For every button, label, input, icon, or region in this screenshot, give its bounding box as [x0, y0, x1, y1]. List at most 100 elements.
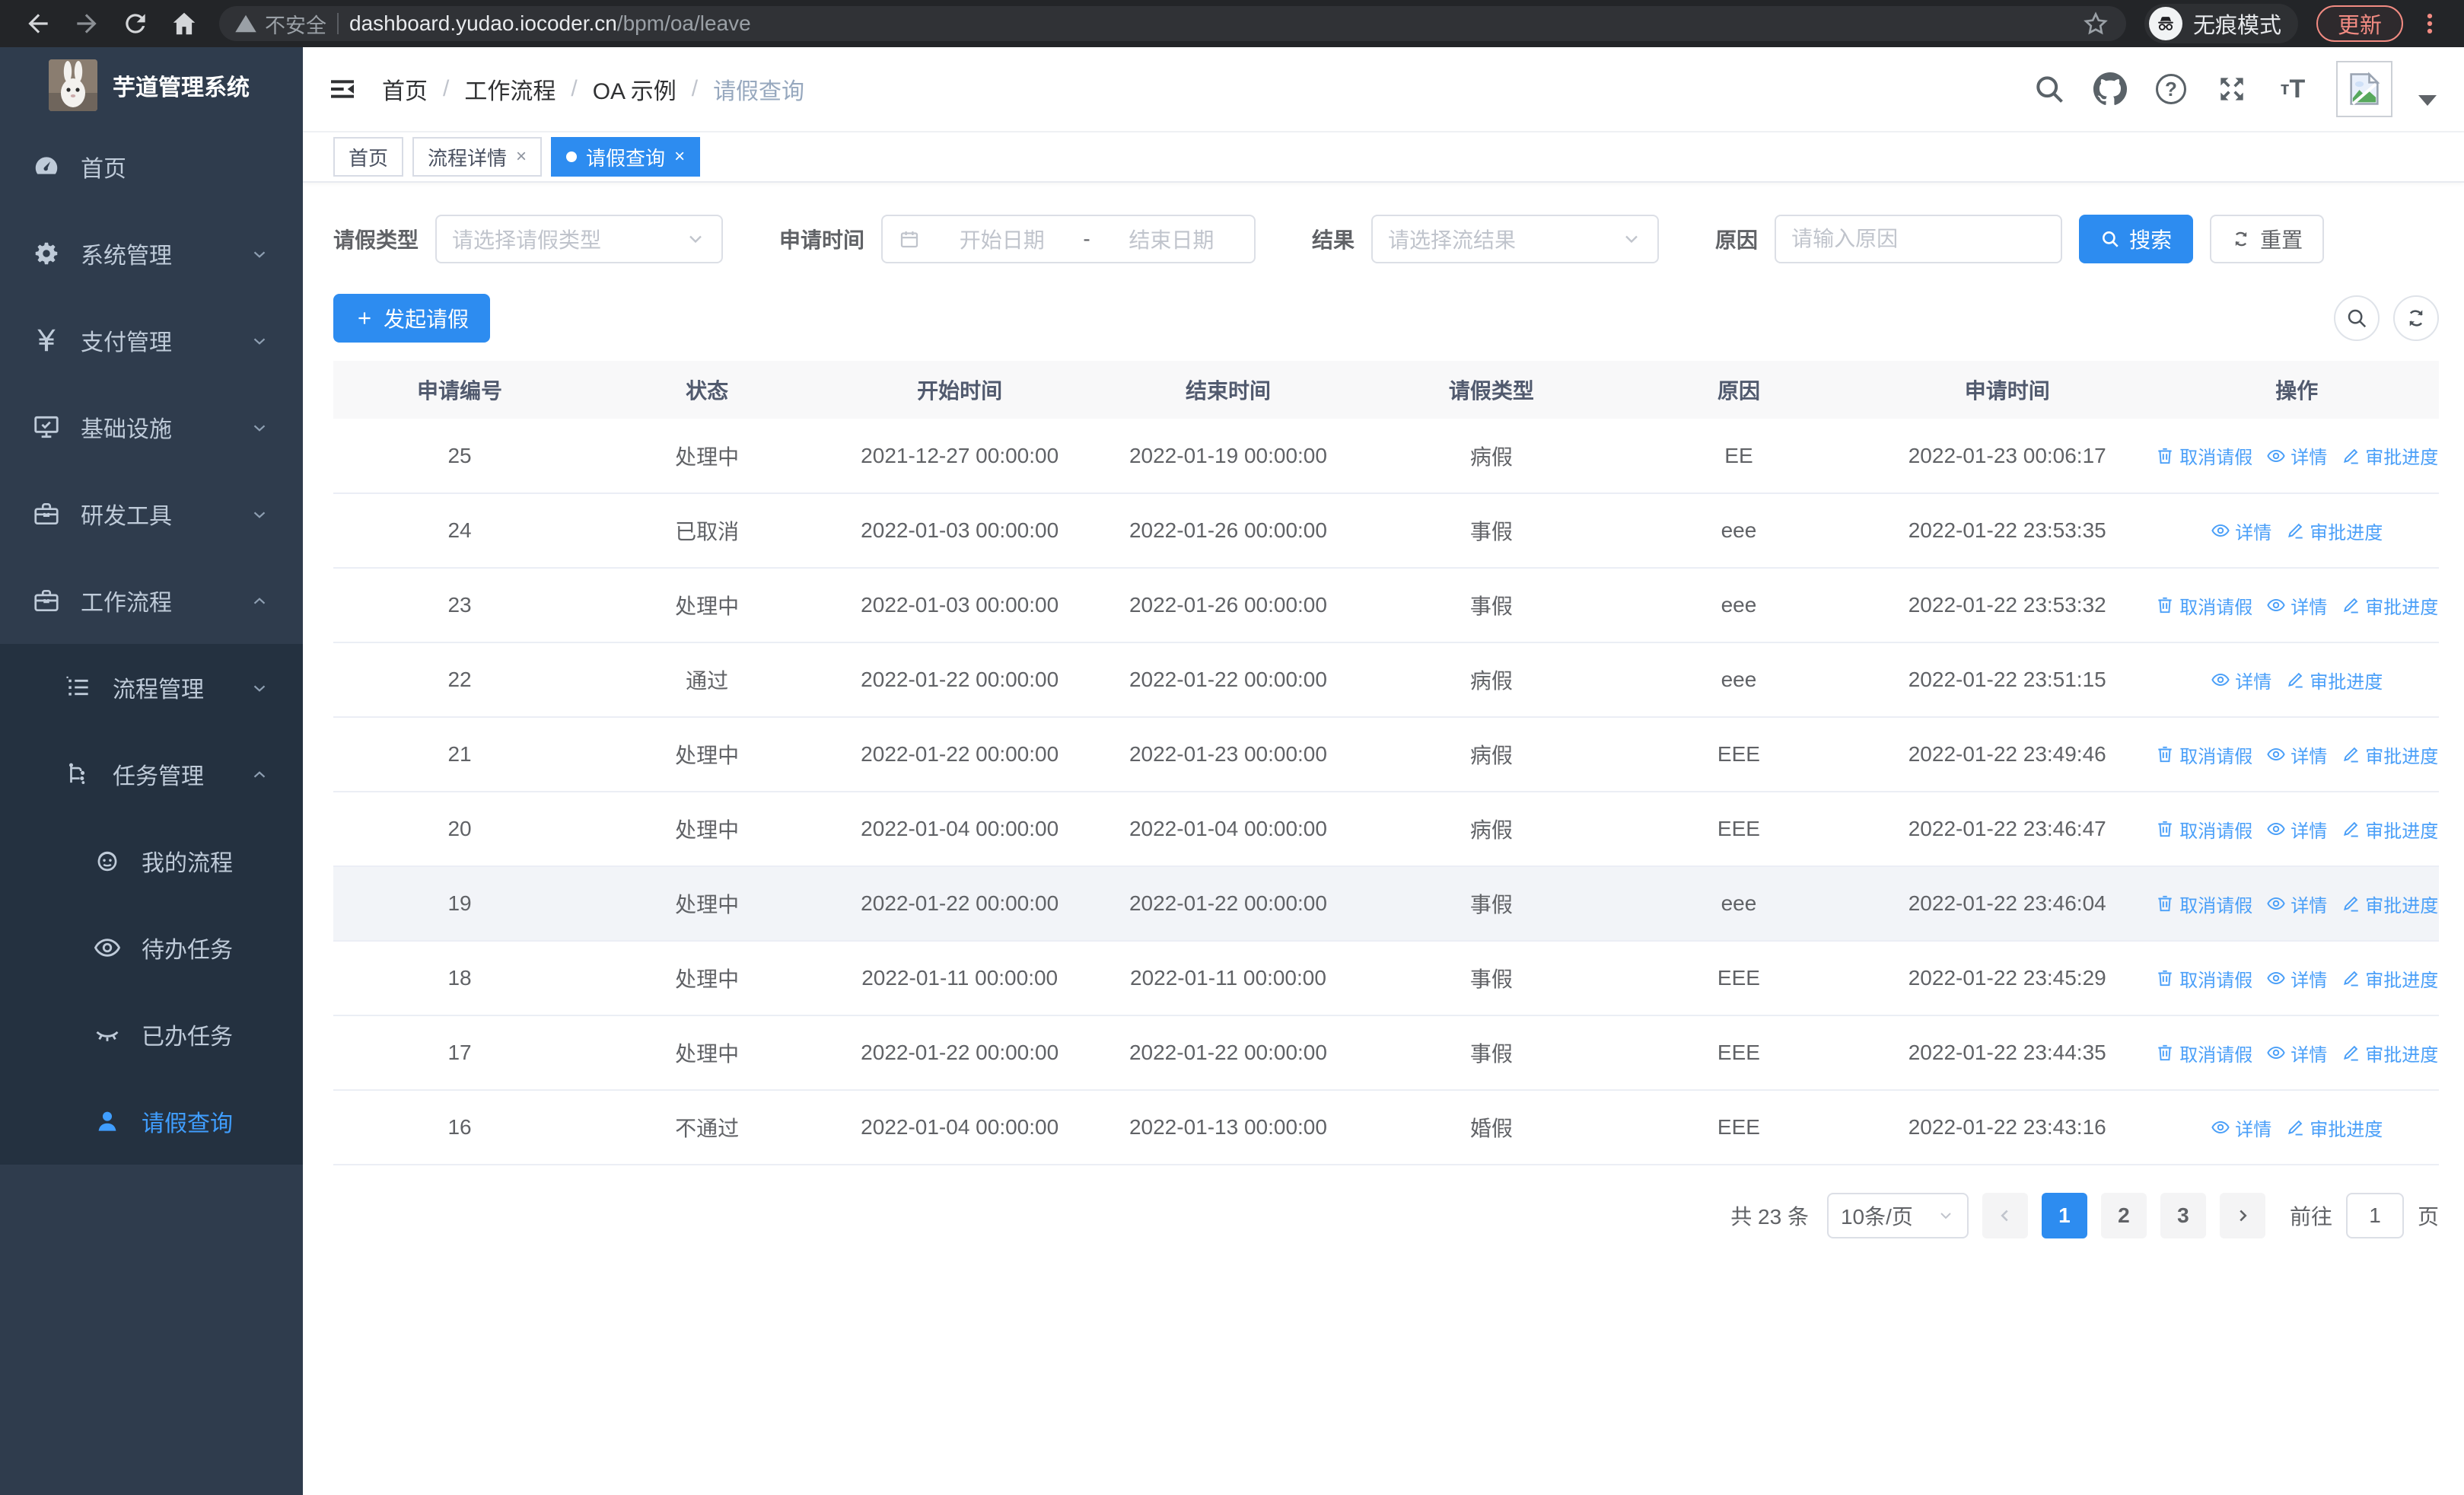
breadcrumb-item-2[interactable]: OA 示例 — [593, 72, 676, 106]
security-indicator[interactable]: 不安全 — [234, 9, 326, 39]
detail-link[interactable]: 详情 — [2211, 1114, 2271, 1141]
sidebar-item-11[interactable]: 请假查询 — [0, 1078, 303, 1165]
cancel-leave-link[interactable]: 取消请假 — [2155, 965, 2252, 992]
cancel-leave-link[interactable]: 取消请假 — [2155, 592, 2252, 619]
sidebar-item-8[interactable]: 我的流程 — [0, 818, 303, 904]
reason-input[interactable] — [1791, 227, 2046, 251]
browser-reload-button[interactable] — [114, 2, 157, 45]
sidebar-item-6[interactable]: 流程管理 — [0, 644, 303, 731]
create-leave-button[interactable]: 发起请假 — [333, 294, 491, 343]
approval-progress-link[interactable]: 审批进度 — [2285, 518, 2383, 544]
column-header-7: 操作 — [2154, 361, 2439, 419]
breadcrumb-item-0[interactable]: 首页 — [382, 72, 428, 106]
reset-button[interactable]: 重置 — [2210, 215, 2325, 263]
approval-progress-link[interactable]: 审批进度 — [2341, 592, 2438, 619]
cancel-leave-link[interactable]: 取消请假 — [2155, 1040, 2252, 1066]
result-select[interactable]: 请选择流结果 — [1371, 215, 1660, 263]
bookmark-star-icon[interactable] — [2080, 8, 2111, 39]
cell-actions: 取消请假 详情 审批进度 — [2154, 866, 2439, 942]
page-button-2[interactable]: 2 — [2100, 1193, 2147, 1238]
sidebar-item-7[interactable]: 任务管理 — [0, 731, 303, 818]
detail-link[interactable]: 详情 — [2266, 592, 2327, 619]
font-size-button[interactable]: тT — [2275, 72, 2310, 107]
search-button[interactable]: 搜索 — [2079, 215, 2194, 263]
sidebar-item-4[interactable]: 研发工具 — [0, 470, 303, 557]
tab-close-icon[interactable]: × — [674, 146, 685, 167]
cell-status: 处理中 — [586, 792, 829, 867]
breadcrumb-item-1[interactable]: 工作流程 — [464, 72, 556, 106]
approval-progress-link[interactable]: 审批进度 — [2341, 442, 2438, 469]
fullscreen-button[interactable] — [2214, 72, 2249, 107]
sidebar-item-0[interactable]: 首页 — [0, 123, 303, 210]
user-avatar[interactable] — [2336, 61, 2392, 117]
browser-update-button[interactable]: 更新 — [2316, 5, 2403, 42]
help-doc-button[interactable]: ? — [2154, 72, 2189, 107]
sidebar-item-10[interactable]: 已办任务 — [0, 991, 303, 1078]
detail-link[interactable]: 详情 — [2211, 667, 2271, 693]
goto-page-input[interactable] — [2345, 1193, 2404, 1238]
tab-1[interactable]: 流程详情 × — [412, 137, 543, 177]
sidebar-item-label: 研发工具 — [81, 504, 172, 529]
tab-2[interactable]: 请假查询 × — [551, 137, 701, 177]
list-tree-icon — [66, 676, 88, 696]
cancel-leave-link[interactable]: 取消请假 — [2155, 741, 2252, 768]
approval-progress-link[interactable]: 审批进度 — [2341, 816, 2438, 843]
approval-progress-link[interactable]: 审批进度 — [2285, 667, 2383, 693]
approval-progress-link[interactable]: 审批进度 — [2341, 741, 2438, 768]
table-row-20: 20 处理中 2022-01-04 00:00:00 2022-01-04 00:00… — [333, 792, 2439, 867]
leave-type-select[interactable]: 请选择请假类型 — [435, 215, 724, 263]
toggle-search-button[interactable] — [2334, 295, 2380, 341]
pen-icon — [2344, 598, 2358, 614]
next-page-button[interactable] — [2219, 1193, 2265, 1238]
sidebar-collapse-button[interactable] — [303, 74, 382, 104]
approval-progress-link[interactable]: 审批进度 — [2341, 891, 2438, 917]
pagination: 共 23 条 10条/页 123 前往 页 — [333, 1193, 2439, 1238]
cancel-leave-link[interactable]: 取消请假 — [2155, 816, 2252, 843]
cell-end: 2022-01-26 00:00:00 — [1091, 493, 1365, 569]
app-logo-row[interactable]: 芋道管理系统 — [0, 47, 303, 123]
prev-page-button[interactable] — [1982, 1193, 2028, 1238]
detail-link[interactable]: 详情 — [2266, 442, 2327, 469]
sidebar-item-9[interactable]: 待办任务 — [0, 904, 303, 991]
detail-link[interactable]: 详情 — [2266, 1040, 2327, 1066]
page-button-1[interactable]: 1 — [2041, 1193, 2087, 1238]
sidebar-item-1[interactable]: 系统管理 — [0, 210, 303, 297]
detail-link[interactable]: 详情 — [2266, 965, 2327, 992]
browser-home-button[interactable] — [163, 2, 205, 45]
approval-progress-link[interactable]: 审批进度 — [2285, 1114, 2383, 1141]
sidebar-item-5[interactable]: 工作流程 — [0, 557, 303, 644]
approval-progress-link[interactable]: 审批进度 — [2341, 1040, 2438, 1066]
header-search-button[interactable] — [2032, 72, 2067, 107]
browser-menu-button[interactable] — [2417, 8, 2443, 39]
approval-progress-link[interactable]: 审批进度 — [2341, 965, 2438, 992]
cell-start: 2022-01-04 00:00:00 — [828, 1090, 1092, 1165]
page-size-select[interactable]: 10条/页 — [1826, 1193, 1969, 1238]
eye-icon — [2267, 748, 2285, 761]
cell-end: 2022-01-19 00:00:00 — [1091, 419, 1365, 494]
browser-back-button[interactable] — [17, 2, 59, 45]
sidebar-item-3[interactable]: 基础设施 — [0, 384, 303, 470]
sidebar-item-2[interactable]: 支付管理 — [0, 297, 303, 384]
detail-link[interactable]: 详情 — [2266, 741, 2327, 768]
refresh-table-button[interactable] — [2393, 295, 2439, 341]
page-button-3[interactable]: 3 — [2160, 1193, 2206, 1238]
tab-0[interactable]: 首页 — [333, 137, 404, 177]
avatar-dropdown-caret[interactable] — [2418, 95, 2437, 106]
question-icon: ? — [2156, 74, 2186, 104]
github-icon — [2093, 72, 2128, 105]
cancel-leave-link[interactable]: 取消请假 — [2155, 442, 2252, 469]
detail-link[interactable]: 详情 — [2266, 816, 2327, 843]
apply-time-range-picker[interactable]: 开始日期 - 结束日期 — [881, 215, 1256, 263]
leave-table: 申请编号 状态 开始时间 结束时间 请假类型 原因 申请时间 操作 25 处理中 2021-12-… — [333, 361, 2439, 1165]
cancel-leave-link[interactable]: 取消请假 — [2155, 891, 2252, 917]
chevron-down-icon — [250, 327, 269, 353]
browser-forward-button[interactable] — [65, 2, 108, 45]
cell-apply_time: 2022-01-22 23:53:32 — [1860, 568, 2155, 643]
breadcrumb-separator: / — [571, 76, 578, 101]
github-link-button[interactable] — [2093, 72, 2128, 107]
detail-link[interactable]: 详情 — [2211, 518, 2271, 544]
cell-id: 24 — [333, 493, 587, 569]
detail-link[interactable]: 详情 — [2266, 891, 2327, 917]
address-bar[interactable]: 不安全 dashboard.yudao.iocoder.cn/bpm/oa/le… — [219, 6, 2126, 41]
tab-close-icon[interactable]: × — [516, 146, 527, 167]
